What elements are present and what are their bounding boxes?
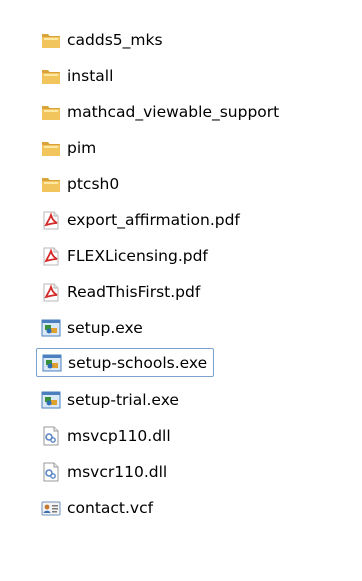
- pdf-icon: [43, 283, 59, 301]
- file-name: export_affirmation.pdf: [67, 210, 240, 229]
- file-name: mathcad_viewable_support: [67, 102, 280, 121]
- folder-icon: [42, 69, 60, 84]
- file-item-setup-exe[interactable]: setup.exe: [40, 313, 149, 342]
- file-item-setup-trial-exe[interactable]: setup-trial.exe: [40, 385, 185, 414]
- contact-card-icon: [41, 501, 61, 515]
- folder-icon: [42, 33, 60, 48]
- file-name: ReadThisFirst.pdf: [67, 282, 201, 301]
- file-item-ptcsh0[interactable]: ptcsh0: [40, 169, 125, 198]
- pdf-icon: [43, 247, 59, 265]
- file-item-msvcp110-dll[interactable]: msvcp110.dll: [40, 421, 177, 450]
- file-name: pim: [67, 138, 97, 157]
- installer-exe-icon: [41, 391, 61, 408]
- file-list: cadds5_mks install mathcad_viewable_supp…: [0, 0, 362, 581]
- dll-file-icon: [43, 426, 59, 445]
- file-item-readthisfirst-pdf[interactable]: ReadThisFirst.pdf: [40, 277, 206, 306]
- file-name: setup-schools.exe: [68, 353, 208, 372]
- pdf-icon: [43, 211, 59, 229]
- file-name: contact.vcf: [67, 498, 154, 517]
- installer-exe-icon: [41, 319, 61, 336]
- file-item-mathcad-viewable-support[interactable]: mathcad_viewable_support: [40, 97, 285, 126]
- file-item-cadds5-mks[interactable]: cadds5_mks: [40, 25, 169, 54]
- folder-icon: [42, 141, 60, 156]
- file-item-pim[interactable]: pim: [40, 133, 102, 162]
- file-item-contact-vcf[interactable]: contact.vcf: [40, 493, 159, 522]
- file-item-msvcr110-dll[interactable]: msvcr110.dll: [40, 457, 173, 486]
- file-name: setup.exe: [67, 318, 143, 337]
- file-item-flexlicensing-pdf[interactable]: FLEXLicensing.pdf: [40, 241, 214, 270]
- file-name: ptcsh0: [67, 174, 120, 193]
- file-item-setup-schools-exe[interactable]: setup-schools.exe: [36, 348, 215, 377]
- file-name: msvcp110.dll: [67, 426, 171, 445]
- file-name: cadds5_mks: [67, 30, 163, 49]
- file-name: setup-trial.exe: [67, 390, 179, 409]
- installer-exe-icon: [42, 354, 62, 371]
- dll-file-icon: [43, 462, 59, 481]
- file-name: FLEXLicensing.pdf: [67, 246, 208, 265]
- folder-icon: [42, 177, 60, 192]
- file-name: msvcr110.dll: [67, 462, 168, 481]
- file-item-install[interactable]: install: [40, 61, 119, 90]
- file-item-export-affirmation-pdf[interactable]: export_affirmation.pdf: [40, 205, 246, 234]
- folder-icon: [42, 105, 60, 120]
- file-name: install: [67, 66, 114, 85]
